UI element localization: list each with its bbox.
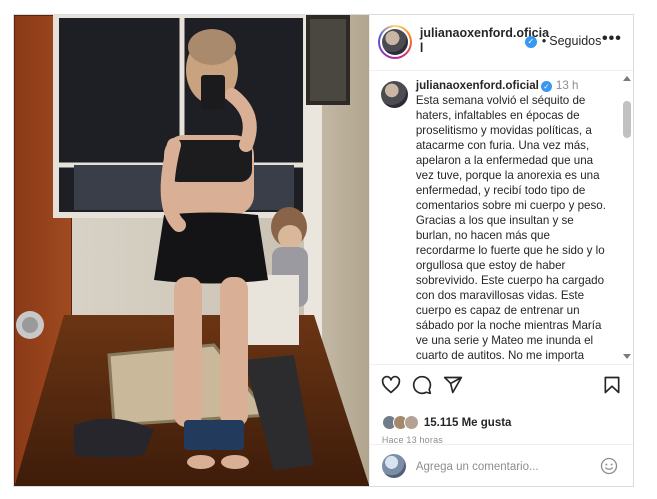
mirror-selfie-image bbox=[14, 15, 369, 486]
caption-avatar[interactable] bbox=[380, 81, 408, 108]
more-dots-icon[interactable]: ••• bbox=[602, 30, 622, 48]
post-header: julianaoxenford.oficial ✓ • Seguidos ••• bbox=[369, 15, 633, 71]
post-side-panel: julianaoxenford.oficial ✓ • Seguidos ••• … bbox=[368, 15, 633, 486]
verified-badge-icon: ✓ bbox=[524, 36, 537, 48]
share-icon[interactable] bbox=[443, 375, 463, 395]
scroll-thumb[interactable] bbox=[622, 101, 631, 138]
liker-avatar[interactable] bbox=[403, 415, 419, 430]
current-user-avatar bbox=[381, 454, 406, 478]
likes-count[interactable]: 15.115 Me gusta bbox=[424, 417, 512, 429]
comment-box bbox=[369, 444, 633, 486]
comment-input[interactable] bbox=[415, 458, 586, 476]
emoji-icon[interactable] bbox=[600, 457, 618, 475]
caption-text-block: julianaoxenford.oficial ✓ 13 h Esta semana… bbox=[416, 78, 612, 363]
comment-icon[interactable] bbox=[412, 375, 432, 395]
caption-verified-icon: ✓ bbox=[540, 81, 552, 92]
follow-button[interactable]: Seguidos bbox=[549, 34, 601, 48]
heart-icon[interactable] bbox=[381, 375, 401, 395]
separator-dot: • bbox=[541, 34, 547, 48]
caption-body: Esta semana volvió el séquito de haters,… bbox=[415, 94, 606, 362]
post-actions: 15.115 Me gusta Hace 13 horas bbox=[369, 364, 633, 454]
author-avatar[interactable] bbox=[377, 25, 412, 59]
bookmark-icon[interactable] bbox=[602, 375, 622, 395]
scroll-down-icon[interactable] bbox=[622, 354, 631, 359]
caption-scrollbar[interactable] bbox=[622, 76, 632, 359]
caption-section: julianaoxenford.oficial ✓ 13 h Esta semana… bbox=[370, 72, 633, 363]
caption-username[interactable]: julianaoxenford.oficial bbox=[416, 79, 539, 92]
caption-time[interactable]: 13 h bbox=[556, 79, 579, 92]
instagram-post-card: julianaoxenford.oficial ✓ • Seguidos ••• … bbox=[13, 14, 634, 487]
post-photo[interactable] bbox=[14, 15, 369, 486]
follow-status[interactable]: • Seguidos bbox=[542, 34, 602, 48]
scroll-up-icon[interactable] bbox=[622, 76, 631, 81]
